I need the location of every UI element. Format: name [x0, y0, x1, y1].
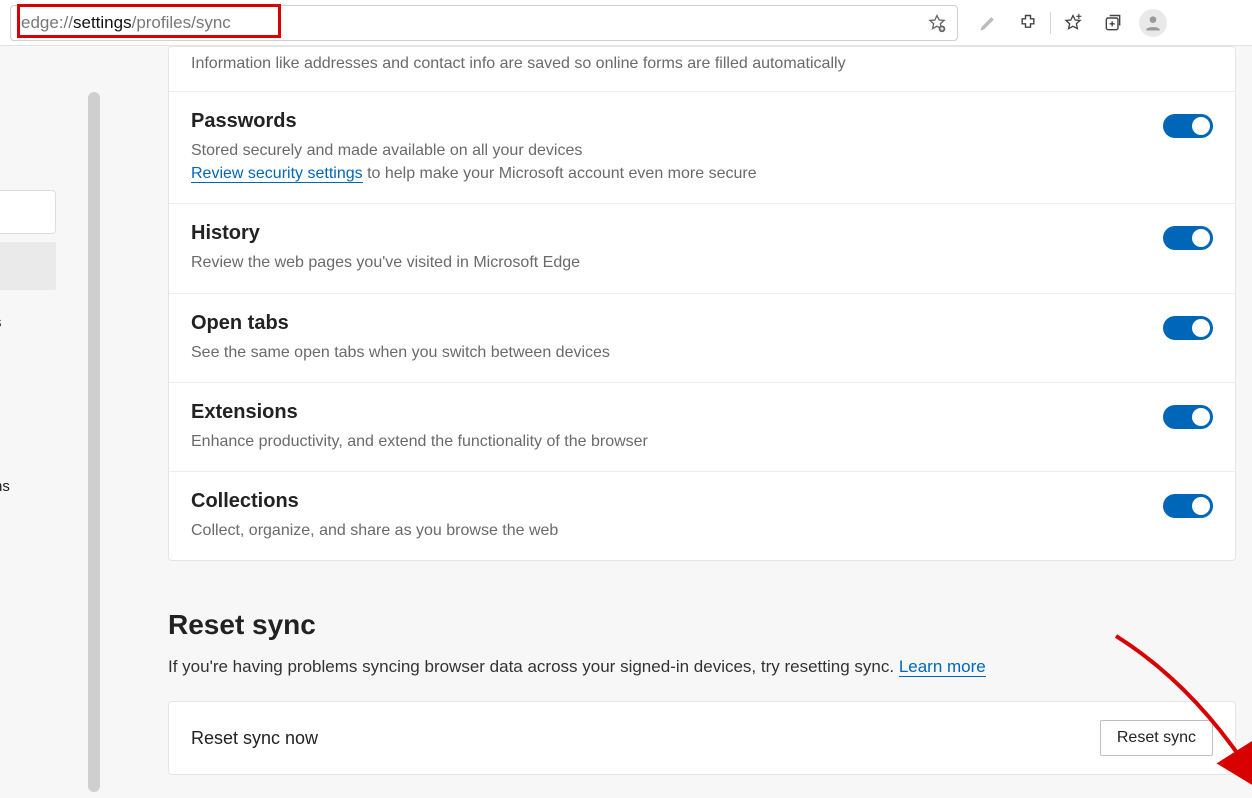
toggle-open-tabs[interactable] — [1163, 316, 1213, 340]
sync-row-addresses-partial: Information like addresses and contact i… — [169, 47, 1235, 91]
row-title: Open tabs — [191, 312, 1139, 335]
sidebar-text-frag: s — [0, 314, 2, 331]
toggle-collections[interactable] — [1163, 494, 1213, 518]
sidebar-text-frag: ns — [0, 478, 10, 495]
row-desc: Collect, organize, and share as you brow… — [191, 519, 1139, 542]
sync-panel: Information like addresses and contact i… — [168, 46, 1236, 561]
scrollbar[interactable] — [88, 92, 100, 792]
row-title: Passwords — [191, 110, 1139, 133]
sync-row-collections: Collections Collect, organize, and share… — [169, 471, 1235, 560]
extensions-icon[interactable] — [1008, 3, 1048, 43]
sidebar-item-selected[interactable] — [0, 242, 56, 290]
avatar-icon — [1139, 9, 1167, 37]
reset-sync-button[interactable]: Reset sync — [1100, 720, 1213, 756]
toolbar-separator — [1050, 12, 1051, 34]
sidebar-search-box[interactable] — [0, 190, 56, 234]
sync-row-passwords: Passwords Stored securely and made avail… — [169, 91, 1235, 203]
address-bar[interactable]: edge://settings/profiles/sync — [10, 5, 958, 41]
row-desc: Review the web pages you've visited in M… — [191, 251, 1139, 274]
toggle-passwords[interactable] — [1163, 114, 1213, 138]
url-text: edge://settings/profiles/sync — [21, 13, 231, 33]
row-desc: Stored securely and made available on al… — [191, 139, 1139, 185]
sync-row-extensions: Extensions Enhance productivity, and ext… — [169, 382, 1235, 471]
favorite-star-icon[interactable] — [927, 13, 947, 33]
row-title: History — [191, 222, 1139, 245]
browser-toolbar: edge://settings/profiles/sync — [0, 0, 1252, 46]
toggle-history[interactable] — [1163, 226, 1213, 250]
reset-sync-heading: Reset sync — [168, 609, 1236, 641]
learn-more-link[interactable]: Learn more — [899, 657, 986, 677]
settings-content: Information like addresses and contact i… — [100, 46, 1252, 798]
profile-avatar[interactable] — [1133, 3, 1173, 43]
row-desc: Enhance productivity, and extend the fun… — [191, 430, 1139, 453]
row-title: Extensions — [191, 401, 1139, 424]
favorites-icon[interactable] — [1053, 3, 1093, 43]
sidebar: s ns — [0, 46, 100, 798]
toolbar-icons — [968, 3, 1173, 43]
collections-icon[interactable] — [1093, 3, 1133, 43]
toggle-extensions[interactable] — [1163, 405, 1213, 429]
review-security-link[interactable]: Review security settings — [191, 165, 363, 183]
pen-icon[interactable] — [968, 3, 1008, 43]
sync-row-open-tabs: Open tabs See the same open tabs when yo… — [169, 293, 1235, 382]
reset-sync-sub: If you're having problems syncing browse… — [168, 657, 1236, 677]
row-desc: See the same open tabs when you switch b… — [191, 341, 1139, 364]
sync-row-history: History Review the web pages you've visi… — [169, 203, 1235, 292]
reset-sync-panel: Reset sync now Reset sync — [168, 701, 1236, 775]
reset-sync-row-label: Reset sync now — [191, 728, 318, 749]
row-title: Collections — [191, 490, 1139, 513]
